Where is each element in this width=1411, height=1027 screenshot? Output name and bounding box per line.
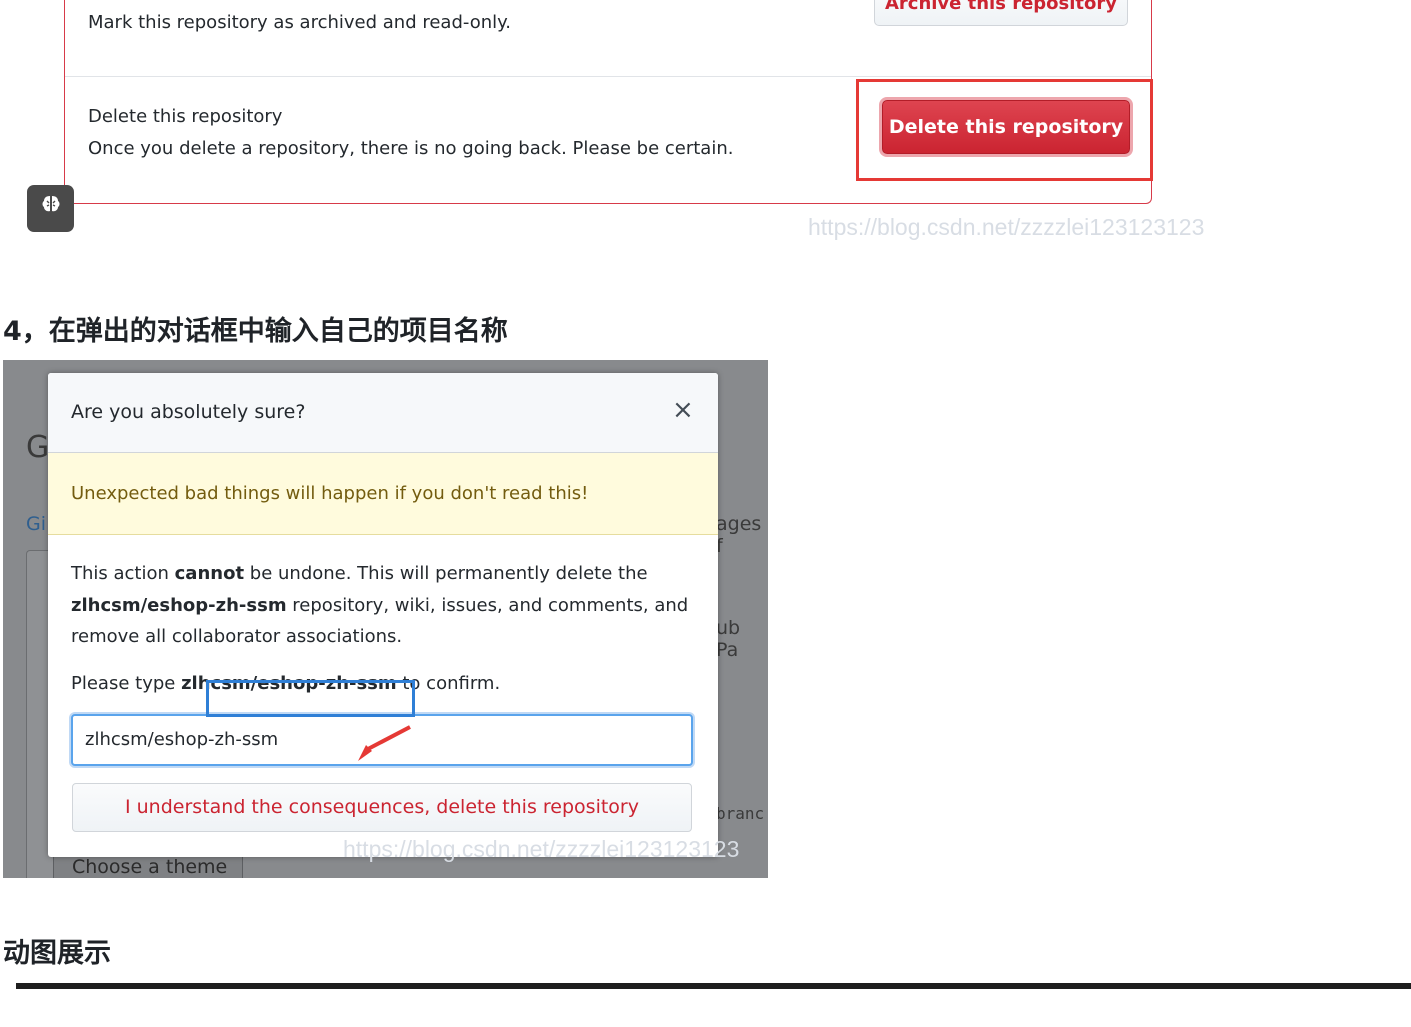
step-heading: 4，在弹出的对话框中输入自己的项目名称 [3,316,508,347]
archive-repository-button[interactable]: Archive this repository [874,0,1128,26]
warning-text: Unexpected bad things will happen if you… [71,483,589,504]
divider [65,76,1151,77]
warning-flash: Unexpected bad things will happen if you… [48,453,718,535]
modal-screenshot: G Gi ages f ub Pa branc Choose a theme A… [3,360,768,878]
blue-highlight-box [206,680,415,717]
delete-description: Once you delete a repository, there is n… [88,138,734,159]
background-fragment: branc [716,804,765,823]
section-heading: 动图展示 [3,938,111,969]
watermark: https://blog.csdn.net/zzzzlei123123123 [808,214,1205,240]
red-highlight-box [856,79,1153,181]
animation-frame-start [0,989,1411,1027]
confirm-delete-button[interactable]: I understand the consequences, delete th… [72,783,692,832]
background-fragment: G [26,430,50,465]
dialog-header: Are you absolutely sure? × [48,373,718,453]
dialog-text-line-1: This action cannot be undone. This will … [71,563,648,584]
ai-assistant-button[interactable] [27,185,74,232]
archive-description: Mark this repository as archived and rea… [88,12,511,33]
confirm-delete-dialog: Are you absolutely sure? × Unexpected ba… [48,373,718,857]
brain-icon [40,196,62,220]
background-fragment: ub Pa [716,617,741,661]
background-fragment: ages f [716,513,762,557]
red-arrow-icon [358,725,411,761]
watermark: https://blog.csdn.net/zzzzlei123123123 [343,836,740,862]
dialog-text-line-3: remove all collaborator associations. [71,626,403,647]
delete-title: Delete this repository [88,106,283,127]
background-fragment: Gi [26,513,47,535]
dialog-text-line-2: zlhcsm/eshop-zh-ssm repository, wiki, is… [71,595,689,616]
dialog-title: Are you absolutely sure? [71,401,306,423]
close-icon[interactable]: × [672,395,694,425]
